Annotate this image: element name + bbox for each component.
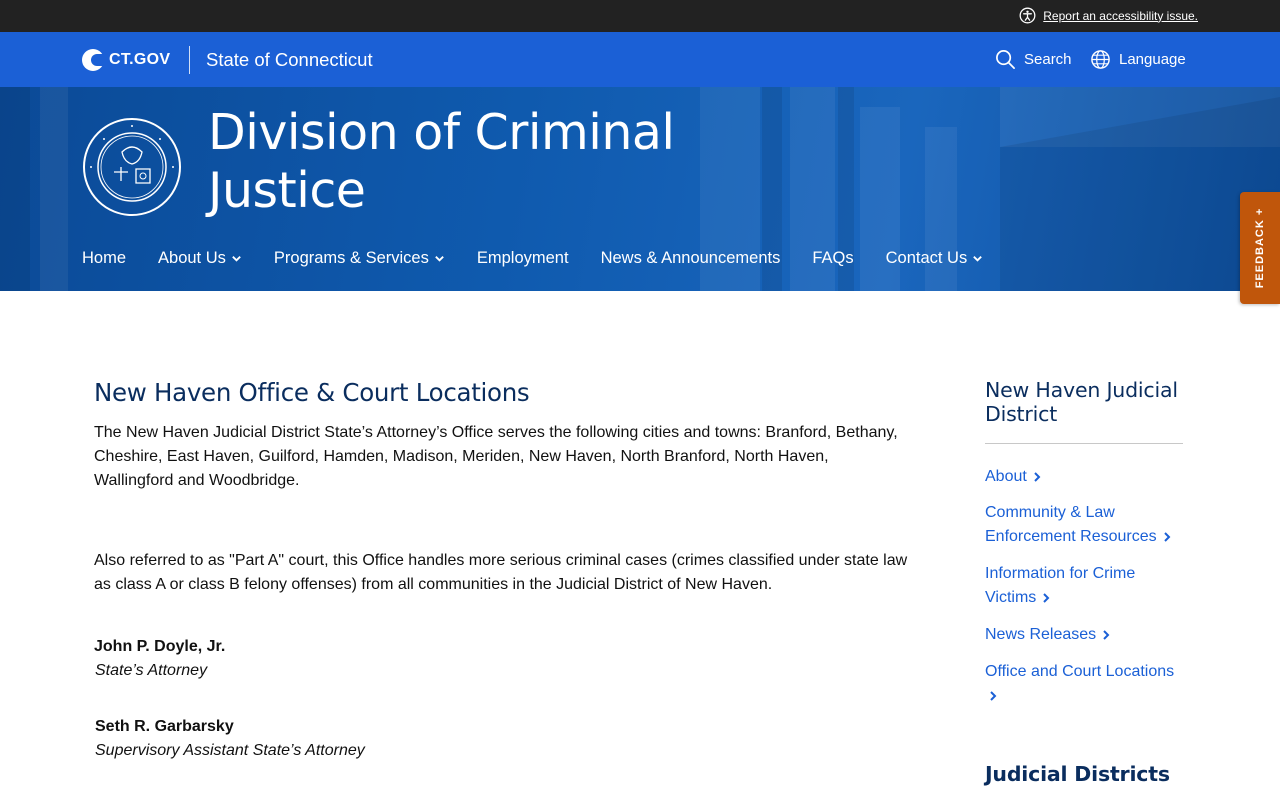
nav-item-news-announcements[interactable]: News & Announcements <box>601 249 781 268</box>
feedback-label: FEEDBACK + <box>1254 207 1266 289</box>
chevron-down-icon <box>232 256 241 262</box>
nav-item-label: Employment <box>476 249 569 267</box>
nav-item-label: News & Announcements <box>600 249 781 267</box>
sidebar-link-about[interactable]: About <box>985 465 1185 489</box>
utility-bar: Report an accessibility issue. <box>0 0 1280 32</box>
nav-item-faqs[interactable]: FAQs <box>812 249 853 268</box>
sidebar-link-label: Community & Law Enforcement Resources <box>985 504 1157 545</box>
nav-item-label: FAQs <box>812 249 854 267</box>
sidebar-link-label: About <box>985 468 1027 485</box>
sidebar-link-news-releases[interactable]: News Releases <box>985 623 1185 647</box>
main-content: New Haven Office & Court Locations The N… <box>94 378 914 759</box>
chevron-right-icon <box>1043 593 1050 603</box>
page-title: New Haven Office & Court Locations <box>94 378 530 407</box>
ct-gov-logo-text: CT.GOV <box>109 51 171 68</box>
search-icon <box>996 50 1015 69</box>
person-role: State’s Attorney <box>95 662 208 679</box>
chevron-right-icon <box>1034 472 1041 482</box>
chevron-right-icon <box>990 691 997 701</box>
agency-banner: Division of Criminal Justice Home About … <box>0 87 1280 291</box>
chevron-down-icon <box>973 256 983 262</box>
nav-item-home[interactable]: Home <box>82 249 126 268</box>
nav-item-employment[interactable]: Employment <box>477 249 569 268</box>
nav-item-contact-us[interactable]: Contact Us <box>886 249 984 268</box>
nav-item-about-us[interactable]: About Us <box>158 249 242 268</box>
sidebar-divider <box>985 443 1183 444</box>
person-name: John P. Doyle, Jr. <box>94 638 226 655</box>
feedback-button[interactable]: FEEDBACK + <box>1240 192 1280 304</box>
accessibility-link-text: Report an accessibility issue. <box>1043 8 1198 23</box>
search-label: Search <box>1024 51 1072 68</box>
sidebar-title: New Haven Judicial District <box>985 378 1178 426</box>
service-area-paragraph: The New Haven Judicial District State’s … <box>94 424 898 489</box>
sidebar-link-label: News Releases <box>985 626 1097 643</box>
person-role: Supervisory Assistant State’s Attorney <box>95 742 365 759</box>
sidebar-link-label: Office and Court Locations <box>985 663 1175 680</box>
nav-item-label: Home <box>82 249 127 267</box>
nav-item-label: About Us <box>158 249 226 267</box>
globe-icon <box>1091 50 1110 69</box>
chevron-right-icon <box>1163 532 1171 542</box>
sidebar-link-label: Information for Crime Victims <box>985 565 1136 606</box>
nav-item-programs-services[interactable]: Programs & Services <box>274 249 445 268</box>
accessibility-icon <box>1019 7 1036 24</box>
part-a-court-paragraph: Also referred to as "Part A" court, this… <box>94 552 908 593</box>
search-button[interactable]: Search <box>995 49 1072 70</box>
chevron-down-icon <box>435 256 444 262</box>
sidebar: New Haven Judicial District About Commun… <box>985 378 1185 701</box>
main-navigation: Home About Us Programs & Services Employ… <box>82 249 1015 268</box>
nav-item-label: Programs & Services <box>273 249 429 267</box>
sidebar-link-community-resources[interactable]: Community & Law Enforcement Resources <box>985 501 1180 549</box>
sidebar-section-title-judicial-districts: Judicial Districts <box>985 762 1170 786</box>
chevron-right-icon <box>1103 630 1110 640</box>
sidebar-link-office-court-locations[interactable]: Office and Court Locations <box>985 660 1180 708</box>
nav-item-label: Contact Us <box>885 249 968 267</box>
accessibility-report-link[interactable]: Report an accessibility issue. <box>1019 7 1198 24</box>
language-label: Language <box>1119 51 1186 68</box>
agency-title: Division of Criminal Justice <box>208 104 675 219</box>
sidebar-link-crime-victims[interactable]: Information for Crime Victims <box>985 562 1160 610</box>
ct-gov-logo-icon <box>82 49 104 71</box>
ct-gov-header: CT.GOV State of Connecticut Search Langu… <box>0 32 1280 87</box>
language-button[interactable]: Language <box>1090 49 1186 70</box>
header-divider <box>189 46 190 74</box>
state-seal-icon <box>83 118 181 216</box>
person-name: Seth R. Garbarsky <box>95 718 234 735</box>
state-name-link[interactable]: State of Connecticut <box>206 49 373 71</box>
ct-gov-logo[interactable]: CT.GOV <box>82 49 170 71</box>
